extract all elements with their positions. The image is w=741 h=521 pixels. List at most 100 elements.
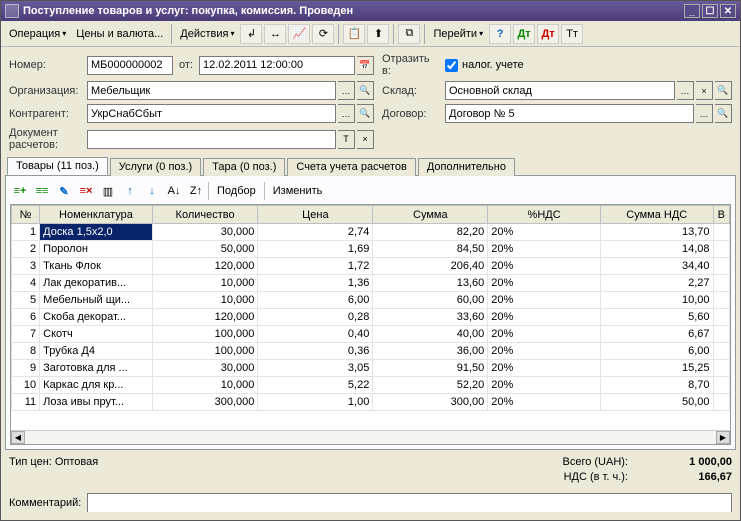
cell-total[interactable] (713, 258, 729, 275)
cell-qty[interactable]: 10,000 (152, 275, 258, 292)
cell-vat-sum[interactable]: 34,40 (600, 258, 713, 275)
prices-currency-button[interactable]: Цены и валюта... (72, 26, 167, 42)
scroll-track[interactable] (25, 431, 716, 444)
cell-qty[interactable]: 120,000 (152, 258, 258, 275)
date-field[interactable]: 12.02.2011 12:00:00 (199, 56, 355, 75)
cell-price[interactable]: 1,36 (258, 275, 373, 292)
cell-name[interactable]: Лак декоратив... (40, 275, 153, 292)
cell-vat-sum[interactable]: 6,67 (600, 326, 713, 343)
cell-name[interactable]: Скоба декорат... (40, 309, 153, 326)
table-row[interactable]: 6Скоба декорат...120,0000,2833,6020%5,60 (12, 309, 730, 326)
copy-icon[interactable]: 📋 (343, 24, 365, 44)
col-vat-pct[interactable]: %НДС (488, 206, 601, 224)
cell-price[interactable]: 5,22 (258, 377, 373, 394)
cell-n[interactable]: 5 (12, 292, 40, 309)
cell-vat-pct[interactable]: 20% (488, 343, 601, 360)
refresh-icon[interactable]: ⟳ (312, 24, 334, 44)
cell-qty[interactable]: 50,000 (152, 241, 258, 258)
cell-price[interactable]: 1,00 (258, 394, 373, 411)
cell-total[interactable] (713, 309, 729, 326)
tax-accounting-checkbox[interactable] (445, 59, 458, 72)
edit-row-icon[interactable]: ✎ (54, 181, 74, 201)
tab-accounts[interactable]: Счета учета расчетов (287, 158, 415, 176)
table-row[interactable]: 5Мебельный щи...10,0006,0060,0020%10,00 (12, 292, 730, 309)
select-icon[interactable]: … (677, 81, 694, 100)
cell-total[interactable] (713, 394, 729, 411)
write-icon[interactable]: ↔ (264, 24, 286, 44)
cell-n[interactable]: 9 (12, 360, 40, 377)
edit-button[interactable]: Изменить (267, 183, 329, 199)
cell-n[interactable]: 1 (12, 224, 40, 241)
cell-vat-sum[interactable]: 6,00 (600, 343, 713, 360)
cell-n[interactable]: 6 (12, 309, 40, 326)
cell-total[interactable] (713, 377, 729, 394)
goods-table[interactable]: № Номенклатура Количество Цена Сумма %НД… (11, 205, 730, 411)
cell-sum[interactable]: 300,00 (373, 394, 488, 411)
table-row[interactable]: 4Лак декоратив...10,0001,3613,6020%2,27 (12, 275, 730, 292)
cell-total[interactable] (713, 275, 729, 292)
add-row-icon[interactable]: ≡+ (10, 181, 30, 201)
cell-total[interactable] (713, 343, 729, 360)
tab-services[interactable]: Услуги (0 поз.) (110, 158, 201, 176)
cell-price[interactable]: 1,72 (258, 258, 373, 275)
cell-name[interactable]: Поролон (40, 241, 153, 258)
cell-n[interactable]: 11 (12, 394, 40, 411)
cell-name[interactable]: Лоза ивы прут... (40, 394, 153, 411)
cell-sum[interactable]: 36,00 (373, 343, 488, 360)
cell-n[interactable]: 3 (12, 258, 40, 275)
table-row[interactable]: 11Лоза ивы прут...300,0001,00300,0020%50… (12, 394, 730, 411)
contract-field[interactable]: Договор № 5 (445, 104, 694, 123)
col-n[interactable]: № (12, 206, 40, 224)
table-row[interactable]: 10Каркас для кр...10,0005,2252,2020%8,70 (12, 377, 730, 394)
move-up-icon[interactable]: ↑ (120, 181, 140, 201)
cell-vat-pct[interactable]: 20% (488, 309, 601, 326)
cell-vat-sum[interactable]: 14,08 (600, 241, 713, 258)
cell-vat-pct[interactable]: 20% (488, 394, 601, 411)
comment-field[interactable] (87, 493, 732, 512)
cell-n[interactable]: 8 (12, 343, 40, 360)
scroll-right-icon[interactable]: ▶ (716, 431, 730, 444)
cell-total[interactable] (713, 241, 729, 258)
cell-name[interactable]: Заготовка для ... (40, 360, 153, 377)
cell-sum[interactable]: 33,60 (373, 309, 488, 326)
pick-button[interactable]: Подбор (211, 183, 262, 199)
cell-price[interactable]: 0,28 (258, 309, 373, 326)
debit-credit-icon[interactable]: Дт (513, 24, 535, 44)
debit-credit-tax-icon[interactable]: Дт (537, 24, 559, 44)
goto-menu[interactable]: Перейти▾ (429, 26, 487, 42)
cell-price[interactable]: 0,36 (258, 343, 373, 360)
cell-name[interactable]: Ткань Флок (40, 258, 153, 275)
cell-vat-sum[interactable]: 50,00 (600, 394, 713, 411)
number-field[interactable]: МБ000000002 (87, 56, 173, 75)
toggle-panel-icon[interactable]: ▥ (98, 181, 118, 201)
structure-icon[interactable]: ⧉ (398, 24, 420, 44)
table-row[interactable]: 7Скотч100,0000,4040,0020%6,67 (12, 326, 730, 343)
tab-additional[interactable]: Дополнительно (418, 158, 515, 176)
tab-goods[interactable]: Товары (11 поз.) (7, 157, 108, 175)
type-icon[interactable]: T (338, 130, 355, 149)
cell-sum[interactable]: 206,40 (373, 258, 488, 275)
close-button[interactable]: ✕ (720, 4, 736, 18)
cell-n[interactable]: 10 (12, 377, 40, 394)
text-tool-icon[interactable]: Тт (561, 24, 583, 44)
cell-sum[interactable]: 60,00 (373, 292, 488, 309)
cell-sum[interactable]: 40,00 (373, 326, 488, 343)
cell-name[interactable]: Трубка Д4 (40, 343, 153, 360)
col-price[interactable]: Цена (258, 206, 373, 224)
select-icon[interactable]: … (338, 81, 355, 100)
clear-icon[interactable]: × (357, 130, 374, 149)
org-field[interactable]: Мебельщик (87, 81, 336, 100)
table-row[interactable]: 3Ткань Флок120,0001,72206,4020%34,40 (12, 258, 730, 275)
delete-row-icon[interactable]: ≡× (76, 181, 96, 201)
cell-price[interactable]: 3,05 (258, 360, 373, 377)
cell-qty[interactable]: 100,000 (152, 343, 258, 360)
table-row[interactable]: 9Заготовка для ...30,0003,0591,5020%15,2… (12, 360, 730, 377)
table-row[interactable]: 8Трубка Д4100,0000,3636,0020%6,00 (12, 343, 730, 360)
sort-desc-icon[interactable]: Z↑ (186, 181, 206, 201)
cell-vat-pct[interactable]: 20% (488, 377, 601, 394)
table-row[interactable]: 1Доска 1,5x2,030,0002,7482,2020%13,70 (12, 224, 730, 241)
cell-total[interactable] (713, 360, 729, 377)
sort-asc-icon[interactable]: A↓ (164, 181, 184, 201)
cell-vat-sum[interactable]: 8,70 (600, 377, 713, 394)
cell-vat-sum[interactable]: 2,27 (600, 275, 713, 292)
